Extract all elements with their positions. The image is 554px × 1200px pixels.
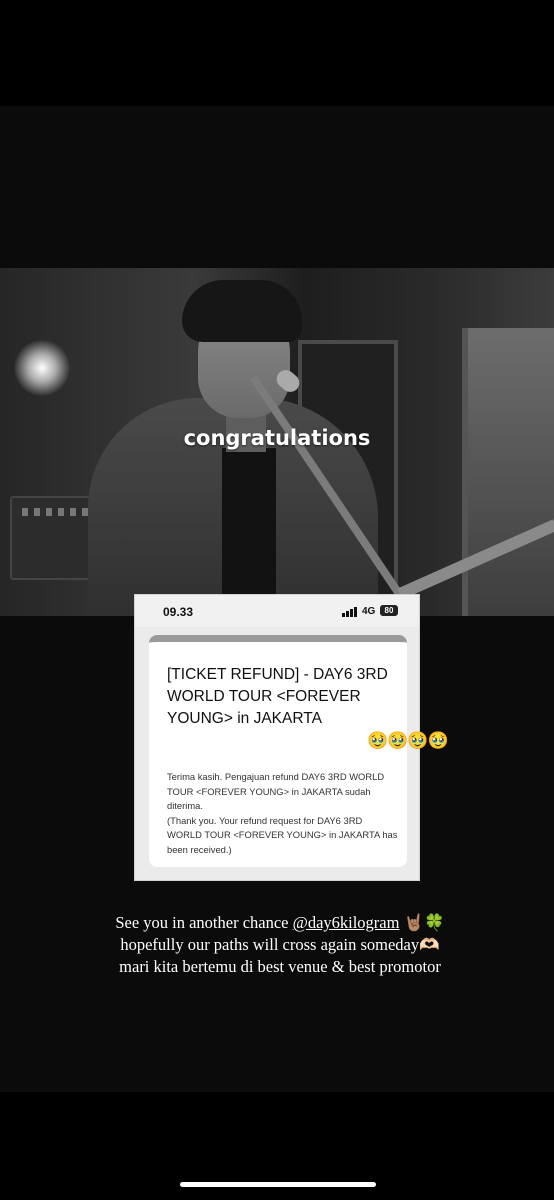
pleading-face-emojis: 🥹🥹🥹🥹 (367, 731, 449, 751)
network-label: 4G (362, 606, 376, 617)
email-body-indonesian: Terima kasih. Pengajuan refund DAY6 3RD … (167, 771, 385, 812)
battery-icon: 80 (380, 605, 398, 616)
email-card: [TICKET REFUND] - DAY6 3RD WORLD TOUR <F… (149, 635, 407, 867)
singer-hair (182, 280, 302, 342)
story-line-3: mari kita bertemu di best venue & best p… (119, 957, 441, 976)
photo-panel (462, 328, 554, 616)
email-body: Terima kasih. Pengajuan refund DAY6 3RD … (167, 770, 399, 858)
signal-icon (342, 607, 358, 617)
email-body-english: (Thank you. Your refund request for DAY6… (167, 814, 398, 855)
story-line-2: hopefully our paths will cross again som… (120, 935, 440, 954)
stage-light (14, 340, 70, 396)
email-subject: [TICKET REFUND] - DAY6 3RD WORLD TOUR <F… (167, 666, 388, 727)
story-line-1-text: See you in another chance (115, 913, 293, 932)
photo-caption: congratulations (183, 426, 371, 450)
mention-link[interactable]: @day6kilogram (293, 913, 400, 932)
home-indicator[interactable] (180, 1182, 376, 1187)
status-bar: 09.33 4G 80 (135, 595, 419, 627)
story-caption: See you in another chance @day6kilogram … (60, 912, 500, 978)
status-time: 09.33 (163, 605, 194, 619)
story-line-1-emojis: 🤘🏽🍀 (399, 913, 445, 932)
story-line-1: See you in another chance @day6kilogram … (60, 912, 500, 934)
singer-shirt (222, 448, 276, 616)
